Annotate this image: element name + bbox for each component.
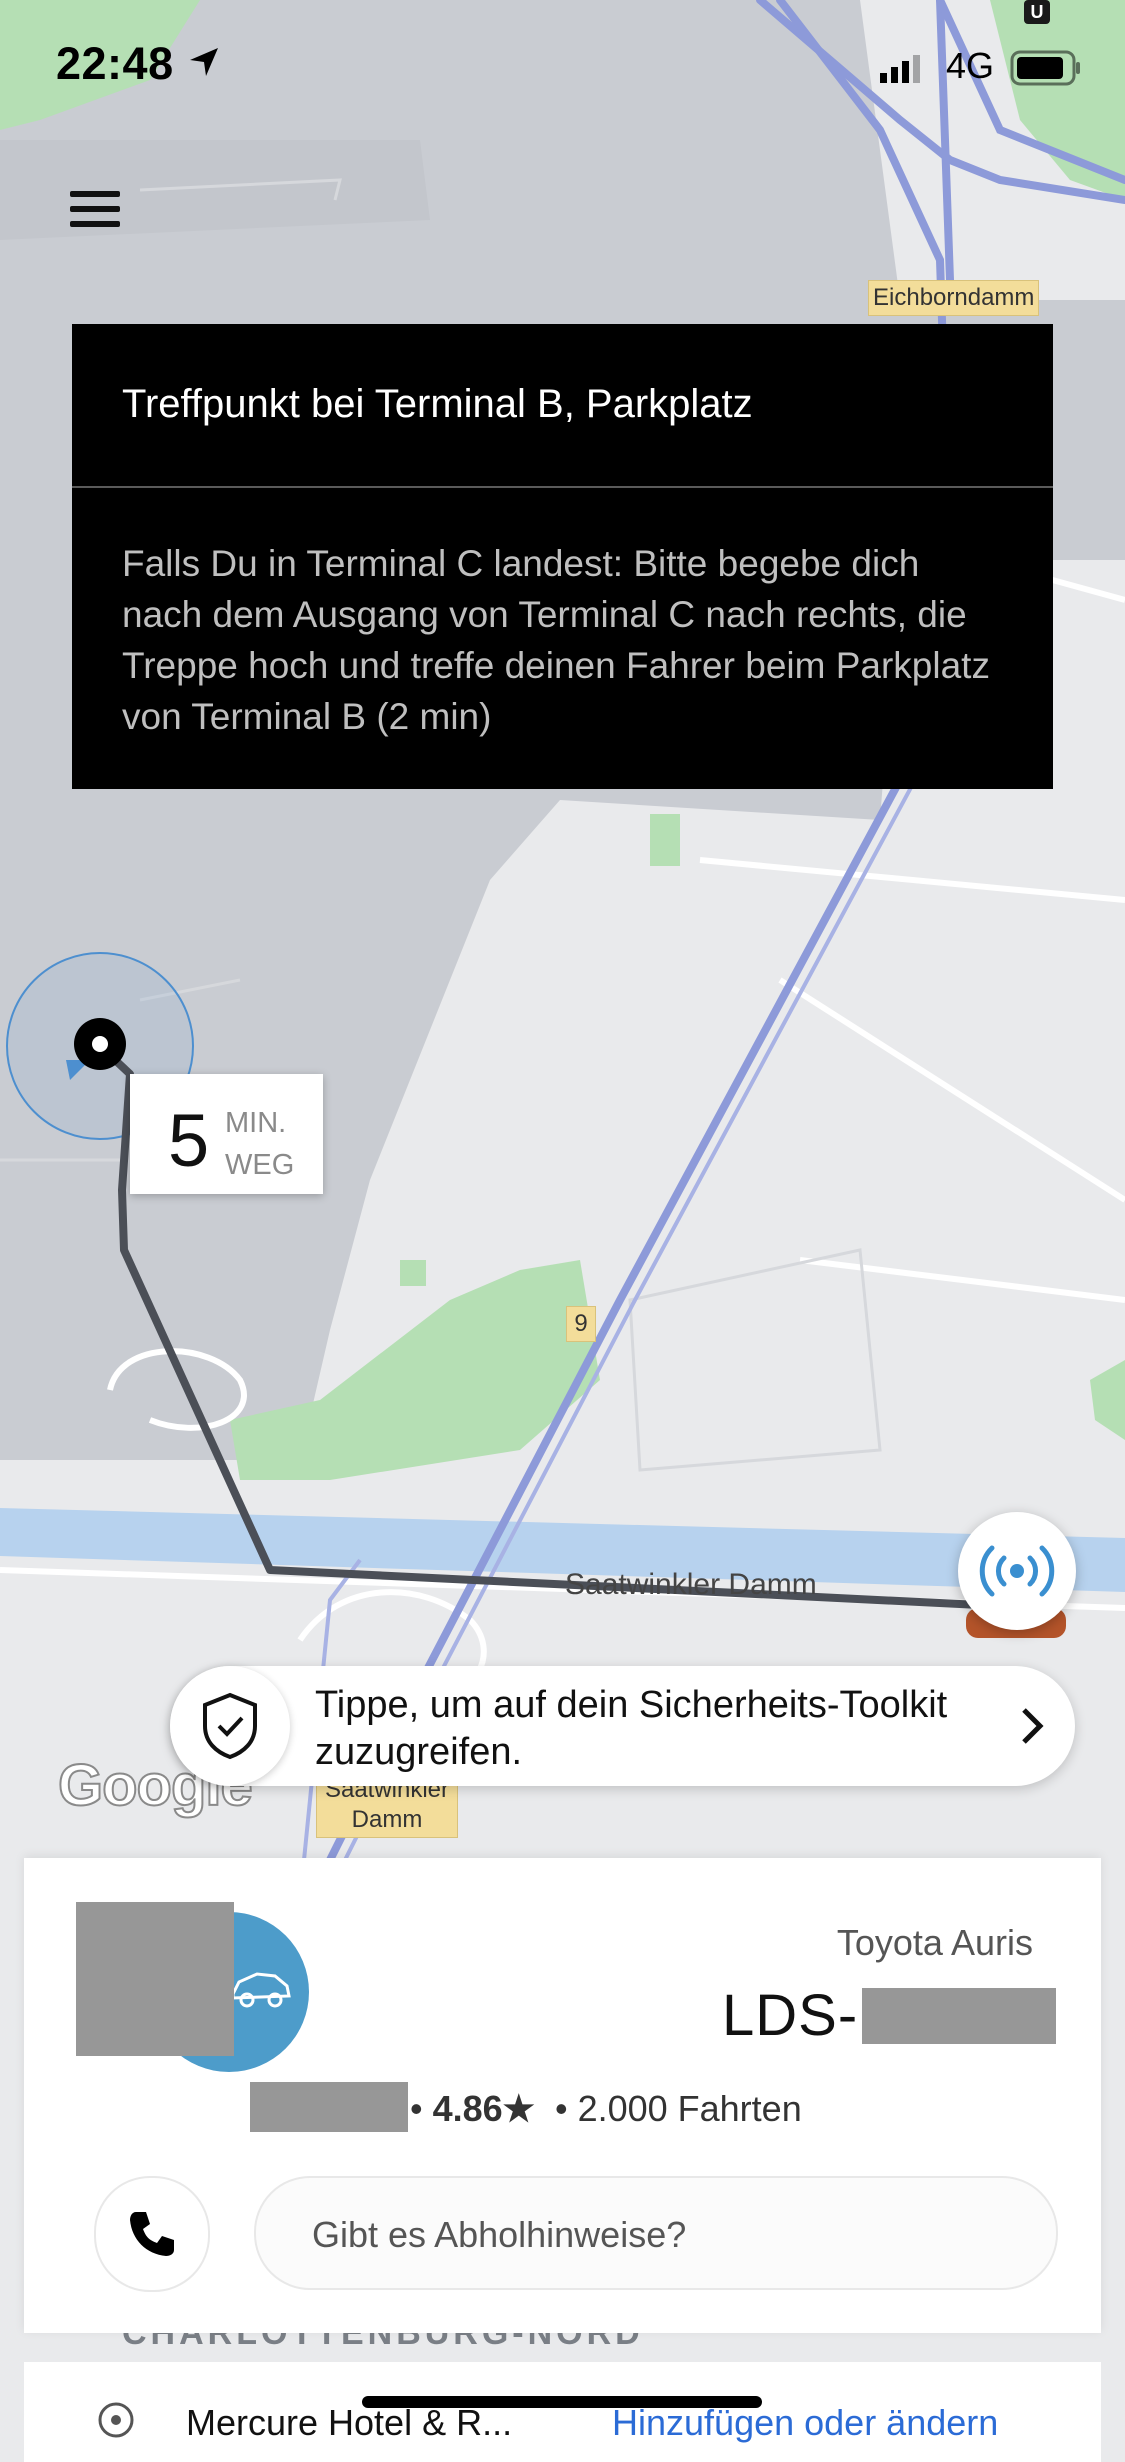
signal-icon [880,55,920,83]
eta-minutes: 5 [168,1099,210,1182]
map-label-eichborndamm: Eichborndamm [868,280,1040,316]
home-indicator[interactable] [362,2396,762,2408]
pickup-notes-placeholder: Gibt es Abholhinweise? [312,2214,687,2255]
location-arrow-icon [190,48,218,76]
eta-unit: MIN. WEG [225,1107,295,1181]
meeting-point-title: Treffpunkt bei Terminal B, Parkplatz [122,382,753,426]
driver-photo-redacted [76,1902,234,2056]
menu-icon [70,191,120,197]
pickup-notes-input[interactable]: Gibt es Abholhinweise? [254,2176,1058,2290]
destination-name: Mercure Hotel & R... [186,2402,513,2443]
license-plate-redacted [862,1988,1056,2044]
shield-check-icon [203,1692,257,1760]
safety-toolkit-text: Tippe, um auf dein Sicherheits-Toolkit z… [315,1684,948,1773]
meeting-point-panel: Treffpunkt bei Terminal B, Parkplatz Fal… [72,324,1053,789]
u-bahn-badge: U [1024,0,1050,24]
radar-icon [979,1545,1055,1597]
driver-stats: • 4.86★ • 2.000 Fahrten [410,2088,802,2129]
driver-card: Toyota Auris LDS- • 4.86★ • 2.000 Fahrte… [24,1858,1101,2333]
status-time: 22:48 [56,38,174,89]
pin-icon [98,2402,134,2438]
destination-row: Mercure Hotel & R... Hinzufügen oder änd… [24,2362,1101,2462]
phone-icon [130,2212,174,2256]
eta-badge: 5 MIN. WEG [130,1074,323,1194]
map-label-route-9: 9 [566,1306,596,1342]
car-icon [231,1972,291,2008]
driver-trips: 2.000 Fahrten [577,2088,802,2129]
safety-toolkit-banner[interactable]: Tippe, um auf dein Sicherheits-Toolkit z… [170,1666,1075,1786]
chevron-right-icon [1022,1708,1044,1744]
network-type: 4G [946,45,995,86]
call-driver-button[interactable] [94,2176,210,2292]
driver-name-redacted [250,2082,408,2132]
share-trip-button[interactable] [958,1512,1076,1630]
map-street-saatwinkler: Saatwinkler Damm [565,1568,817,1601]
battery-icon [1010,50,1080,86]
menu-button[interactable] [60,182,140,242]
edit-destination-link[interactable]: Hinzufügen oder ändern [612,2402,998,2444]
license-plate: LDS- [722,1983,859,2048]
status-bar: 22:48 4G U [0,0,1125,140]
shield-button [170,1666,290,1786]
driver-rating: 4.86★ [432,2088,535,2129]
meeting-point-instructions: Falls Du in Terminal C landest: Bitte be… [122,543,990,737]
car-model: Toyota Auris [836,1922,1033,1963]
